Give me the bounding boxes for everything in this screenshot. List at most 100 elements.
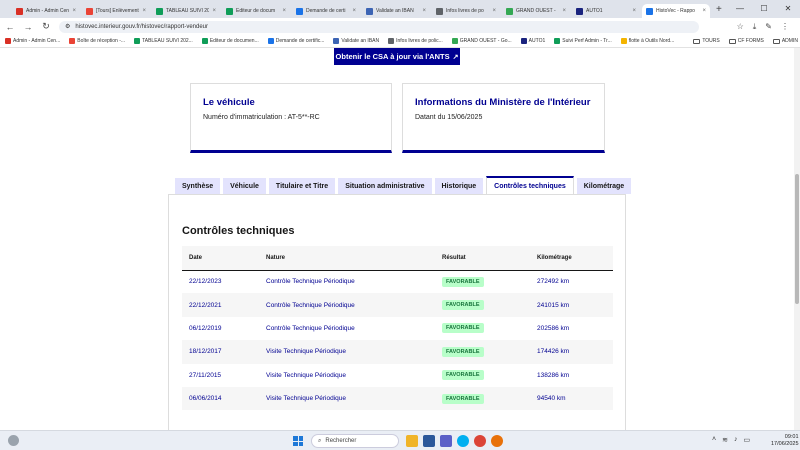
- address-bar[interactable]: ⚙ histovec.interieur.gouv.fr/histovec/ra…: [59, 20, 699, 33]
- table-body: 22/12/2023 Contrôle Technique Périodique F…: [182, 270, 613, 411]
- table-row: 18/12/2017 Visite Technique Périodique FAV…: [182, 340, 613, 364]
- system-clock[interactable]: 09:01 17/06/2025: [771, 434, 799, 448]
- cell-nature: Contrôle Technique Périodique: [266, 278, 355, 286]
- volume-icon[interactable]: ♪: [734, 436, 738, 444]
- browser-tab[interactable]: Demande de certi ×: [292, 4, 360, 18]
- taskbar-apps: [406, 435, 503, 447]
- chrome-icon[interactable]: [474, 435, 486, 447]
- bookmark-item[interactable]: AUTO1: [520, 38, 546, 44]
- chrome-profile-icon[interactable]: [491, 435, 503, 447]
- taskbar-search[interactable]: ⌕ Rechercher: [311, 434, 399, 448]
- close-window-button[interactable]: ✕: [776, 0, 800, 18]
- mail-icon[interactable]: [423, 435, 435, 447]
- file-explorer-icon[interactable]: [406, 435, 418, 447]
- browser-tab[interactable]: AUTO1 ×: [572, 4, 640, 18]
- tab-titulaire-et-titre[interactable]: Titulaire et Titre: [268, 178, 336, 194]
- bookmark-label: GRAND OUEST - Go...: [459, 38, 512, 44]
- page-scrollbar[interactable]: [794, 48, 800, 430]
- browser-tab[interactable]: Admin - Admin Cen ×: [12, 4, 80, 18]
- reload-button[interactable]: ↻: [41, 21, 51, 32]
- favicon-icon: [5, 38, 11, 44]
- weather-icon[interactable]: [8, 435, 19, 446]
- close-tab-icon[interactable]: ×: [492, 8, 496, 14]
- bookmark-label: Suivi Perf Admin - Tr...: [562, 38, 612, 44]
- cell-mileage: 174426 km: [530, 340, 613, 364]
- teams-icon[interactable]: [440, 435, 452, 447]
- close-tab-icon[interactable]: ×: [632, 8, 636, 14]
- status-badge: FAVORABLE: [442, 393, 484, 404]
- browser-tab[interactable]: Editeur de docum ×: [222, 4, 290, 18]
- tab-situation-administrative[interactable]: Situation administrative: [338, 178, 432, 194]
- menu-icon[interactable]: ⋮: [781, 22, 789, 32]
- cell-date: 22/12/2021: [182, 293, 259, 317]
- favicon-icon: [226, 7, 233, 15]
- close-tab-icon[interactable]: ×: [352, 8, 356, 14]
- maximize-button[interactable]: ☐: [752, 0, 776, 18]
- tab-controles-techniques[interactable]: Contrôles techniques: [486, 176, 574, 194]
- favicon-icon: [333, 38, 340, 44]
- new-tab-button[interactable]: +: [716, 4, 722, 18]
- bookmark-star-icon[interactable]: ☆: [737, 22, 744, 32]
- bookmark-folder-admin[interactable]: ADMIN: [772, 38, 798, 44]
- scrollbar-thumb[interactable]: [795, 174, 799, 304]
- close-tab-icon[interactable]: ×: [422, 8, 426, 14]
- chevron-up-icon[interactable]: ˄: [712, 436, 716, 444]
- bookmark-item[interactable]: TABLEAU SUIVI 202...: [134, 38, 193, 44]
- minimize-button[interactable]: —: [728, 0, 752, 18]
- browser-tab[interactable]: Infos livres de po ×: [432, 4, 500, 18]
- tab-historique[interactable]: Historique: [434, 178, 484, 194]
- bookmark-item[interactable]: Infos livres de polic...: [388, 38, 443, 44]
- bookmark-item[interactable]: Suivi Perf Admin - Tr...: [554, 38, 612, 44]
- close-tab-icon[interactable]: ×: [702, 8, 706, 14]
- back-button[interactable]: ←: [5, 22, 15, 32]
- browser-tab[interactable]: Validate an IBAN ×: [362, 4, 430, 18]
- table-row: 06/12/2019 Contrôle Technique Périodique F…: [182, 317, 613, 340]
- favicon-icon: [554, 38, 561, 44]
- csa-ants-button[interactable]: Obtenir le CSA à jour via l'ANTS ↗: [334, 48, 460, 65]
- favicon-icon: [366, 7, 373, 15]
- tab-vehicule[interactable]: Véhicule: [223, 178, 266, 194]
- url-text[interactable]: histovec.interieur.gouv.fr/histovec/rapp…: [75, 24, 208, 30]
- bookmark-item[interactable]: Boîte de réception -...: [69, 38, 125, 44]
- bookmark-item[interactable]: flotte à Outils Nord...: [620, 38, 674, 44]
- bookmark-folder-tours[interactable]: TOURS: [693, 38, 720, 44]
- browser-tab[interactable]: GRAND OUEST - ×: [502, 4, 570, 18]
- cell-result: FAVORABLE: [435, 317, 530, 340]
- bookmark-item[interactable]: Demande de certific...: [267, 38, 324, 44]
- download-icon[interactable]: ⤓: [753, 22, 757, 32]
- forward-button[interactable]: →: [23, 22, 33, 32]
- battery-icon[interactable]: ▭: [743, 436, 750, 444]
- site-info-icon[interactable]: ⚙: [65, 23, 70, 30]
- tab-kilometrage[interactable]: Kilométrage: [576, 178, 632, 194]
- status-badge: FAVORABLE: [442, 276, 484, 287]
- bookmark-folder-cf-forms[interactable]: CF FORMS: [728, 38, 764, 44]
- bookmark-item[interactable]: Editeur de documen...: [201, 38, 259, 44]
- browser-tab[interactable]: HistoVec - Rappo ×: [642, 4, 710, 18]
- bookmark-label: AUTO1: [528, 38, 546, 44]
- tab-synthese[interactable]: Synthèse: [175, 178, 221, 194]
- bookmark-item[interactable]: GRAND OUEST - Go...: [451, 38, 512, 44]
- bookmark-label: Boîte de réception -...: [77, 38, 126, 44]
- cell-result: FAVORABLE: [435, 270, 530, 293]
- search-icon: ⌕: [318, 437, 322, 444]
- close-tab-icon[interactable]: ×: [212, 8, 216, 14]
- cell-nature: Visite Technique Périodique: [259, 340, 435, 364]
- extension-icon[interactable]: ✎: [765, 22, 772, 32]
- favicon-icon: [156, 7, 163, 15]
- folder-label: ADMIN: [781, 38, 798, 44]
- bookmark-item[interactable]: Validate an IBAN: [333, 38, 379, 44]
- browser-tab[interactable]: TABLEAU SUIVI 20 ×: [152, 4, 220, 18]
- wifi-icon[interactable]: ≋: [722, 436, 728, 444]
- close-tab-icon[interactable]: ×: [72, 8, 76, 14]
- bookmark-item[interactable]: Admin - Admin Cen...: [5, 38, 60, 44]
- table-header-row: Date Nature Résultat Kilométrage: [182, 246, 613, 271]
- windows-start-icon[interactable]: [293, 436, 303, 446]
- cell-mileage: 94540 km: [530, 386, 613, 411]
- folder-icon: [693, 38, 701, 44]
- browser-tab[interactable]: [Tours] Enlèvement ×: [82, 4, 150, 18]
- skype-icon[interactable]: [457, 435, 469, 447]
- close-tab-icon[interactable]: ×: [562, 8, 566, 14]
- close-tab-icon[interactable]: ×: [282, 8, 286, 14]
- status-badge: FAVORABLE: [442, 370, 484, 381]
- close-tab-icon[interactable]: ×: [142, 8, 146, 14]
